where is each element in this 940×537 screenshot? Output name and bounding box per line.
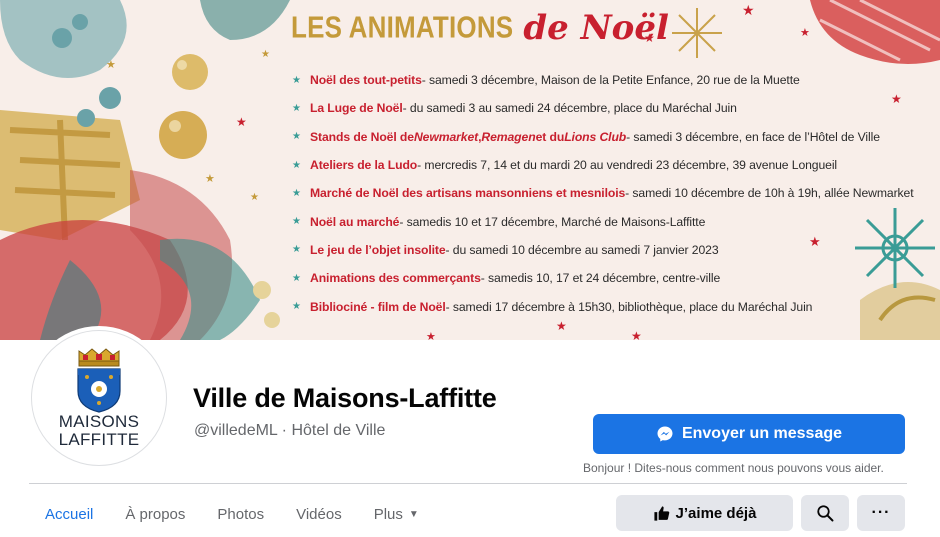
- svg-text:★: ★: [250, 192, 259, 203]
- event-details: - samedi 17 décembre à 15h30, bibliothèq…: [445, 299, 813, 314]
- tab-label: Vidéos: [296, 505, 342, 523]
- event-item: ★ Biblіociné - film de Noël - samedi 17 …: [292, 292, 932, 320]
- profile-avatar[interactable]: MAISONS LAFFITTE: [31, 330, 167, 466]
- event-item: ★ Stands de Noël de Newmarket, Remagen e…: [292, 123, 932, 151]
- events-list: ★ Noël des tout-petits - samedi 3 décemb…: [292, 66, 932, 321]
- event-item: ★ Noël des tout-petits - samedi 3 décemb…: [292, 66, 932, 94]
- event-details: - samedi 3 décembre, Maison de la Petite…: [421, 73, 800, 88]
- star-bullet-icon: ★: [292, 244, 301, 256]
- event-item: ★ Noël au marché - samedis 10 et 17 déce…: [292, 207, 932, 235]
- thumbs-up-icon: [653, 505, 669, 521]
- tab-label: Photos: [217, 505, 265, 523]
- star-bullet-icon: ★: [292, 74, 301, 86]
- logo-text-line1: MAISONS: [58, 412, 140, 431]
- event-item: ★ Ateliers de la Ludo - mercredis 7, 14 …: [292, 151, 932, 179]
- event-details: - du samedi 3 au samedi 24 décembre, pla…: [402, 101, 737, 116]
- event-title: Noël au marché: [310, 214, 400, 229]
- divider: [29, 483, 907, 484]
- like-page-button[interactable]: J’aime déjà: [616, 495, 793, 531]
- star-bullet-icon: ★: [292, 272, 301, 284]
- event-details: - du samedi 10 décembre au samedi 7 janv…: [445, 242, 719, 257]
- event-details: - samedi 10 décembre de 10h à 19h, allée…: [625, 186, 914, 201]
- svg-text:★: ★: [106, 59, 116, 71]
- tab-photos[interactable]: Photos: [201, 494, 280, 534]
- svg-text:★: ★: [800, 27, 810, 39]
- messenger-icon: [657, 426, 673, 442]
- cover-photo[interactable]: ★ ★ ★ ★ ★ ★ ★ ★ ★ ★ ★ ★ ★ LES ANIMATIONS…: [0, 0, 940, 340]
- send-message-button[interactable]: Envoyer un message: [593, 414, 905, 454]
- star-bullet-icon: ★: [292, 159, 301, 171]
- tab-label: À propos: [125, 505, 186, 523]
- page-subtitle: @villedeML · Hôtel de Ville: [194, 422, 386, 439]
- page-tabs: Accueil À propos Photos Vidéos Plus ▼: [29, 494, 435, 534]
- page-title: Ville de Maisons-Laffitte: [193, 383, 497, 413]
- svg-text:★: ★: [261, 49, 270, 60]
- star-bullet-icon: ★: [292, 102, 301, 114]
- event-item: ★ La Luge de Noël - du samedi 3 au samed…: [292, 94, 932, 122]
- like-page-label: J’aime déjà: [675, 504, 757, 522]
- coat-of-arms-icon: [77, 348, 121, 413]
- tab-accueil[interactable]: Accueil: [29, 494, 109, 534]
- more-dots-icon: ···: [871, 504, 891, 521]
- event-title: Marché de Noël des artisans mansonniens …: [310, 186, 626, 201]
- svg-text:★: ★: [631, 329, 642, 340]
- cover-heading: LES ANIMATIONS de Noël: [291, 8, 669, 60]
- event-title: Animations des commerçants: [310, 271, 481, 286]
- tab-label: Plus: [373, 505, 403, 523]
- message-hint: Bonjour ! Dites-nous comment nous pouvon…: [583, 461, 884, 475]
- event-details: - samedis 10, 17 et 24 décembre, centre-…: [480, 271, 721, 286]
- send-message-label: Envoyer un message: [681, 425, 843, 442]
- more-options-button[interactable]: ···: [857, 495, 905, 531]
- star-bullet-icon: ★: [292, 301, 301, 313]
- logo-text-line2: LAFFITTE: [58, 430, 140, 449]
- tab-videos[interactable]: Vidéos: [280, 494, 358, 534]
- search-button[interactable]: [801, 495, 849, 531]
- cover-heading-main: LES ANIMATIONS: [291, 9, 514, 45]
- event-title-italic: Newmarket: [413, 129, 479, 144]
- event-title-italic: Lions Club: [564, 129, 627, 144]
- event-item: ★ Marché de Noël des artisans mansonnien…: [292, 179, 932, 207]
- caret-down-icon: ▼: [408, 508, 419, 520]
- event-item: ★ Le jeu de l’objet insolite - du samedi…: [292, 236, 932, 264]
- event-title: Noël des tout-petits: [310, 73, 422, 88]
- star-bullet-icon: ★: [292, 216, 301, 228]
- tab-a-propos[interactable]: À propos: [109, 494, 201, 534]
- search-icon: [817, 505, 834, 522]
- tab-plus[interactable]: Plus ▼: [358, 494, 435, 534]
- event-title-italic: Remagen: [481, 129, 536, 144]
- event-details: - samedis 10 et 17 décembre, Marché de M…: [399, 214, 706, 229]
- star-bullet-icon: ★: [292, 187, 301, 199]
- cover-heading-script: de Noël: [523, 8, 669, 48]
- svg-text:★: ★: [205, 173, 215, 185]
- event-title: La Luge de Noël: [310, 101, 403, 116]
- tab-label: Accueil: [45, 505, 94, 523]
- svg-text:★: ★: [236, 115, 247, 129]
- svg-text:★: ★: [556, 319, 567, 333]
- svg-text:★: ★: [742, 2, 755, 18]
- event-details: - samedi 3 décembre, en face de l’Hôtel …: [626, 129, 880, 144]
- svg-text:★: ★: [426, 331, 436, 340]
- star-bullet-icon: ★: [292, 131, 301, 143]
- event-item: ★ Animations des commerçants - samedis 1…: [292, 264, 932, 292]
- event-title: Biblіociné - film de Noël: [310, 299, 446, 314]
- event-title: Ateliers de la Ludo: [310, 158, 418, 173]
- event-details: - mercredis 7, 14 et du mardi 20 au vend…: [417, 158, 838, 173]
- event-title: Le jeu de l’objet insolite: [310, 242, 446, 257]
- event-title: Stands de Noël de: [310, 129, 414, 144]
- event-title-separator: et du: [535, 129, 565, 144]
